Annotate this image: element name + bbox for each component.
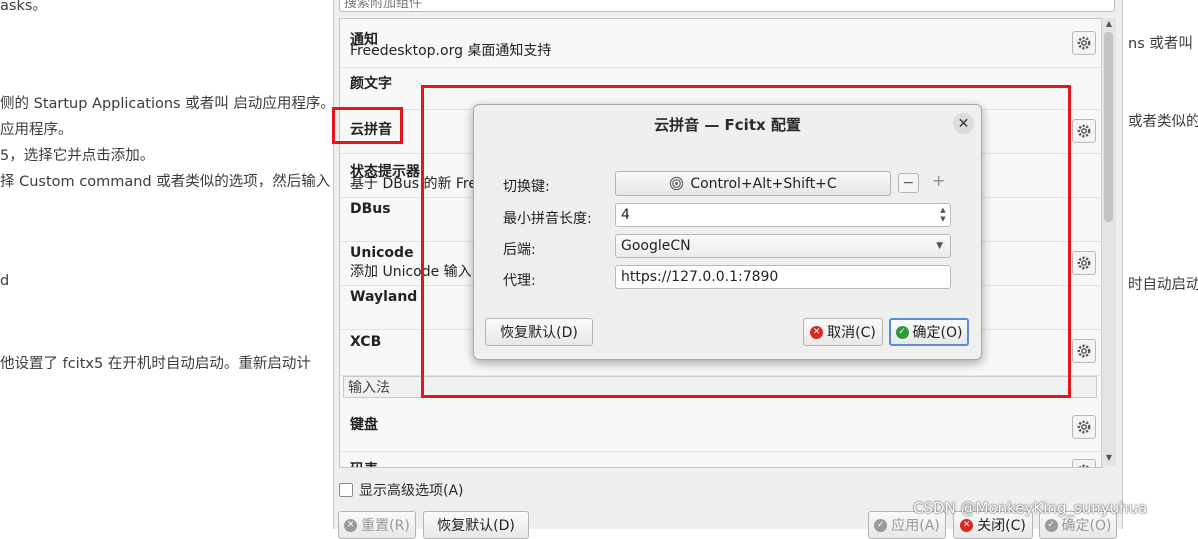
addon-title: 颜文字	[350, 76, 392, 92]
article-right-2: 或者类似的选	[1128, 114, 1198, 130]
close-icon[interactable]: ✕	[953, 113, 974, 134]
addon-title: Unicode	[350, 245, 414, 261]
addon-title: 云拼音	[350, 122, 392, 138]
min-length-spinbox[interactable]: 4 ▲ ▼	[615, 203, 951, 227]
article-line-5: 择 Custom command 或者类似的选项，然后输入	[0, 174, 331, 190]
proxy-label: 代理:	[503, 273, 536, 289]
check-icon: ✓	[1044, 518, 1058, 532]
toggle-key-button[interactable]: Control+Alt+Shift+C	[615, 171, 891, 196]
gear-icon[interactable]	[1072, 415, 1096, 439]
spin-arrows-icon[interactable]: ▲ ▼	[937, 205, 949, 225]
min-length-label: 最小拼音长度:	[503, 211, 592, 227]
reset-button[interactable]: ✕ 重置(R)	[338, 511, 416, 539]
chevron-down-icon: ▼	[936, 241, 943, 251]
addon-desc: 添加 Unicode 输入	[350, 264, 472, 280]
article-line-2: 侧的 Startup Applications 或者叫 启动应用程序。	[0, 96, 335, 112]
article-line-4: 5，选择它并点击添加。	[0, 148, 155, 164]
article-right-3: 时自动启动	[1128, 277, 1198, 293]
gear-icon[interactable]	[1072, 459, 1096, 467]
addon-title: 码表	[350, 459, 378, 467]
dialog-title: 云拼音 — Fcitx 配置	[654, 116, 801, 134]
article-right-1: ns 或者叫	[1128, 36, 1193, 52]
proxy-input[interactable]: https://127.0.0.1:7890	[615, 265, 951, 289]
gear-icon[interactable]	[1072, 339, 1096, 363]
article-line-6: d	[0, 273, 10, 289]
show-advanced-checkbox[interactable]: 显示高级选项(A)	[339, 480, 464, 500]
addon-desc: 基于 DBus 的新 Fre	[350, 176, 477, 192]
scroll-thumb[interactable]	[1104, 32, 1113, 222]
check-icon: ✓	[874, 518, 888, 532]
input-row-keyboard[interactable]: 键盘	[340, 405, 1102, 452]
addon-title: DBus	[350, 201, 391, 217]
dialog-ok-button[interactable]: ✓ 确定(O)	[889, 318, 969, 346]
toggle-key-label: 切换键:	[503, 179, 550, 195]
dialog-cancel-button[interactable]: ✕ 取消(C)	[803, 318, 883, 346]
scroll-up-icon[interactable]: ▲	[1103, 18, 1115, 30]
addon-desc: Freedesktop.org 桌面通知支持	[350, 43, 552, 59]
addon-list-scrollbar[interactable]: ▲ ▼	[1101, 18, 1116, 466]
addon-row-notification[interactable]: 通知 Freedesktop.org 桌面通知支持	[340, 19, 1102, 68]
addon-search-input[interactable]	[339, 0, 1115, 12]
remove-key-button[interactable]: −	[898, 173, 919, 193]
cancel-icon: ✕	[810, 325, 824, 339]
article-line-3: 应用程序。	[0, 122, 73, 138]
input-row-table[interactable]: 码表	[340, 451, 1102, 467]
addon-title: Wayland	[350, 289, 418, 305]
restore-default-button[interactable]: 恢复默认(D)	[423, 511, 529, 539]
section-input-method: 输入法	[343, 376, 1097, 398]
backend-label: 后端:	[503, 242, 536, 258]
gear-icon[interactable]	[1072, 31, 1096, 55]
article-line-7: 他设置了 fcitx5 在开机时自动启动。重新启动计	[0, 356, 311, 372]
watermark: CSDN @MonkeyKing_sunyuhua	[913, 499, 1148, 517]
article-line-1: asks。	[0, 0, 47, 14]
cancel-icon: ✕	[344, 518, 358, 532]
cloudpinyin-config-dialog: 云拼音 — Fcitx 配置 ✕ 切换键: Control+Alt+Shift+…	[473, 104, 982, 360]
gear-icon[interactable]	[1072, 251, 1096, 275]
show-advanced-label: 显示高级选项(A)	[359, 483, 464, 499]
addon-title: XCB	[350, 334, 382, 350]
dialog-restore-default-button[interactable]: 恢复默认(D)	[485, 318, 593, 346]
add-key-button[interactable]: +	[932, 171, 945, 190]
gear-icon[interactable]	[1072, 119, 1096, 143]
keyboard-shortcut-icon	[670, 176, 684, 191]
scroll-down-icon[interactable]: ▼	[1103, 452, 1115, 464]
close-icon: ✕	[960, 518, 974, 532]
check-icon: ✓	[895, 325, 909, 339]
checkbox-box[interactable]	[339, 483, 353, 497]
backend-select[interactable]: GoogleCN ▼	[615, 234, 951, 258]
addon-title: 键盘	[350, 417, 378, 433]
